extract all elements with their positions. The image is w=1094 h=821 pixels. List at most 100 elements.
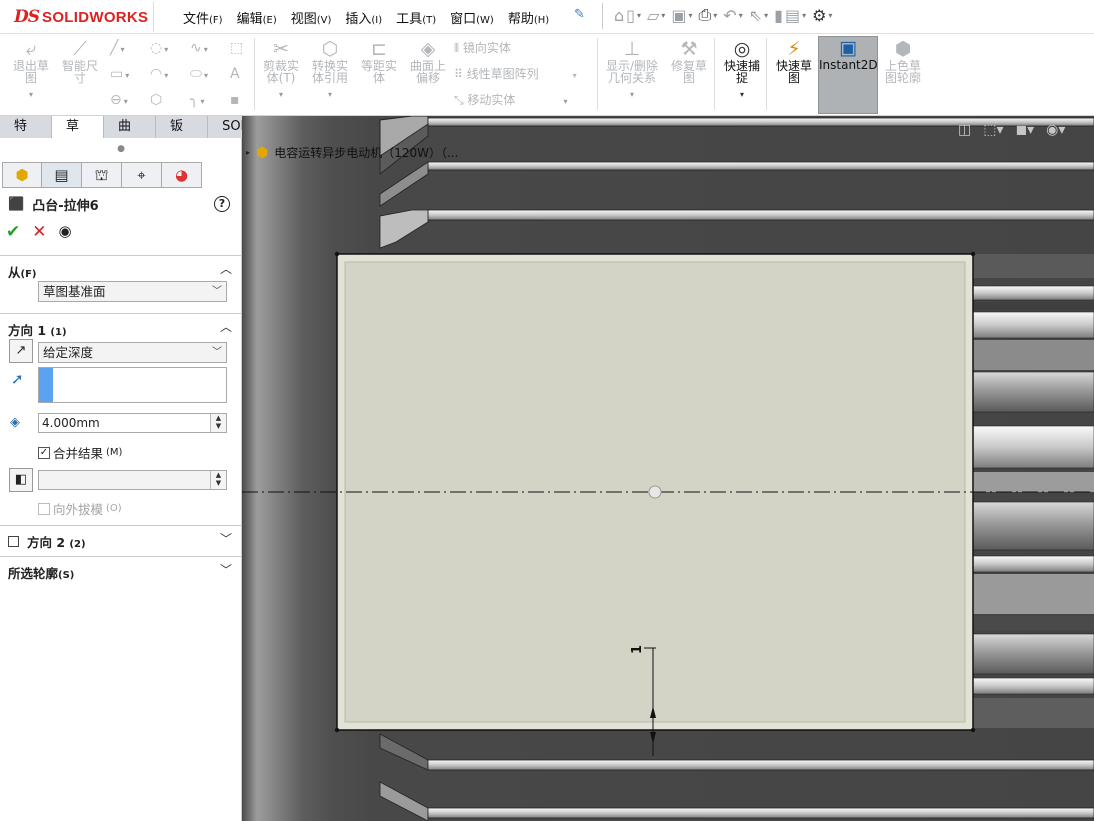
menu-insert-label: 插入 [345,12,372,27]
ds-logo-mark: DS [14,7,40,27]
arc-tool-icon[interactable]: ◠ ▾ [150,64,168,84]
panel-grip[interactable]: ● [0,138,242,160]
depth-value: 4.000mm [42,416,100,430]
menu-insert[interactable]: 插入(I) [338,6,389,29]
dropdown-arrow-icon: ▾ [572,71,577,80]
ellipse-tool-icon[interactable]: ⬭ ▾ [190,64,208,84]
select-cursor-icon[interactable]: ⇖ ▾ [749,4,772,26]
property-manager-tab[interactable]: ▤ [42,162,82,188]
toolbar-divider [254,38,255,110]
end-condition-select[interactable]: 给定深度 ﹀ [38,342,227,363]
view-orientation-icon[interactable]: ⬚▾ [983,122,1003,138]
sketch-plane-icon[interactable]: ⬚ [230,38,243,58]
linear-pattern-button[interactable]: ⠿ 线性草图阵列 ▾ [454,64,577,84]
spline-tool-icon[interactable]: ∿ ▾ [190,38,208,58]
home-icon[interactable]: ⌂ [614,4,624,26]
detailed-preview-eye-icon[interactable]: ◉ [59,222,72,242]
draft-angle-input[interactable]: ▲ ▼ [38,470,227,490]
menu-file[interactable]: 文件(F) [176,6,230,29]
part-name: 电容运转异步电动机（120W）（... [274,146,459,160]
tab-surfaces[interactable]: 曲面 [104,116,157,155]
circle-tool-icon[interactable]: ◌ ▾ [150,38,168,58]
sketch-origin-point[interactable] [648,485,662,499]
from-start-condition-select[interactable]: 草图基准面 ﹀ [38,281,227,302]
spin-buttons[interactable]: ▲ ▼ [210,471,226,489]
display-manager-tab[interactable]: ◕ [162,162,202,188]
flyout-feature-tree[interactable]: ▸ ⬢ 电容运转异步电动机（120W）（... [246,144,458,161]
hide-show-items-icon[interactable]: ◉▾ [1046,122,1065,138]
offset-entities-button[interactable]: ⊏ 等距实 体 [354,38,404,84]
pin-menu-icon[interactable]: ✎ [574,7,585,22]
cancel-x-icon[interactable]: ✕ [32,222,46,242]
display-relations-button[interactable]: ⊥ 显示/删除 几何关系 ▾ [602,38,662,101]
tab-features[interactable]: 特征 [0,116,53,155]
expand-arrow-icon[interactable]: ▸ [246,148,250,157]
smart-dimension-button[interactable]: ⟋ 智能尺 寸 [55,38,105,84]
line-tool-icon[interactable]: ╱ ▾ [110,38,124,58]
save-icon[interactable]: ▣ ▾ [671,4,696,26]
merge-result-checkbox[interactable]: ✓ 合并结果 (M) [38,443,122,462]
instant2d-button[interactable]: ▣ Instant2D [818,36,878,114]
menu-tools[interactable]: 工具(T) [389,6,443,29]
menu-view[interactable]: 视图(V) [284,6,339,29]
rebuild-icon[interactable]: ▮ [774,4,783,26]
tab-sketch[interactable]: 草图 [52,116,105,155]
selection-highlight [39,368,53,402]
selected-contours-section-header[interactable]: 所选轮廓(S) ﹀ [0,556,242,582]
rectangle-tool-icon[interactable]: ▭ ▾ [110,64,129,84]
menu-view-label: 视图 [290,12,317,27]
from-section-header[interactable]: 从(F) ︿ [0,255,242,281]
depth-input[interactable]: 4.000mm ▲ ▼ [38,413,227,433]
fillet-tool-icon[interactable]: ╮ ▾ [190,90,204,110]
repair-sketch-icon: ⚒ [680,38,698,60]
chevron-up-icon: ︿ [219,320,232,334]
tab-sheet-metal[interactable]: 钣金 [156,116,209,155]
spin-buttons[interactable]: ▲ ▼ [210,414,226,432]
color-wheel-icon: ◕ [174,166,189,184]
direction2-section-header[interactable]: 方向 2 (2) ﹀ [0,525,242,551]
open-folder-icon[interactable]: ▱ ▾ [647,4,669,26]
reverse-direction-icon[interactable]: ↗ [9,339,33,363]
undo-icon[interactable]: ↶ ▾ [723,4,746,26]
text-tool-icon[interactable]: A [230,64,240,84]
draft-outward-checkbox[interactable]: 向外拔模 (O) [38,499,122,518]
draft-outward-accel: (O) [106,503,122,514]
quick-snaps-button[interactable]: ◎ 快速捕 捉 ▾ [717,38,767,101]
direction2-checkbox[interactable] [8,536,19,547]
help-icon[interactable]: ? [214,196,230,212]
mirror-entities-button[interactable]: ⫴ 镜向实体 [454,38,511,58]
menu-help-label: 帮助 [507,12,534,27]
display-style-icon[interactable]: ◼▾ [1016,122,1035,138]
direction1-section-header[interactable]: 方向 1 (1) ︿ [0,313,242,339]
menu-window[interactable]: 窗口(W) [443,6,501,29]
feature-manager-tab[interactable]: ⬢ [2,162,42,188]
configuration-manager-tab[interactable]: ⛫ [82,162,122,188]
graphics-area[interactable]: 1 ▸ ⬢ 电容运转异步电动机（120W）（... ◫ ⬚▾ ◼▾ ◉▾ [242,116,1094,821]
exit-sketch-button[interactable]: ⤶ 退出草 图 ▾ [6,38,56,101]
trim-entities-button[interactable]: ✂ 剪裁实 体(T) ▾ [256,38,306,101]
direction-selection-box[interactable] [38,367,227,403]
mirror-icon: ⫴ [454,41,463,55]
section-view-icon[interactable]: ◫ [958,122,971,138]
offset-on-surface-button[interactable]: ◈ 曲面上 偏移 [403,38,453,84]
dimension-value[interactable]: 1 [630,645,645,654]
dimxpert-tab[interactable]: ⌖ [122,162,162,188]
menu-edit-label: 编辑 [236,12,263,27]
shaded-sketch-contours-button[interactable]: ⬢ 上色草 图轮廓 [878,38,928,84]
draft-face-icon[interactable]: ◧ [9,468,33,492]
solidworks-logo[interactable]: DS SOLIDWORKS [4,2,154,32]
convert-entities-button[interactable]: ⬡ 转换实 体引用 ▾ [305,38,355,101]
file-properties-icon[interactable]: ▤ ▾ [785,4,810,26]
menu-edit[interactable]: 编辑(E) [230,6,284,29]
point-tool-icon[interactable]: ▪ [230,90,240,110]
polygon-tool-icon[interactable]: ⬡ [150,90,162,110]
repair-sketch-button[interactable]: ⚒ 修复草 图 [664,38,714,84]
new-document-icon[interactable]: ▯ ▾ [626,4,645,26]
options-gear-icon[interactable]: ⚙ ▾ [812,4,836,26]
rapid-sketch-button[interactable]: ⚡ 快速草 图 [769,38,819,84]
ok-check-icon[interactable]: ✔ [6,222,20,242]
slot-tool-icon[interactable]: ⊖ ▾ [110,90,128,110]
menu-help[interactable]: 帮助(H) [501,6,556,29]
move-entities-button[interactable]: ⤡ 移动实体 ▾ [454,90,567,110]
print-icon[interactable]: ⎙ ▾ [698,4,721,26]
